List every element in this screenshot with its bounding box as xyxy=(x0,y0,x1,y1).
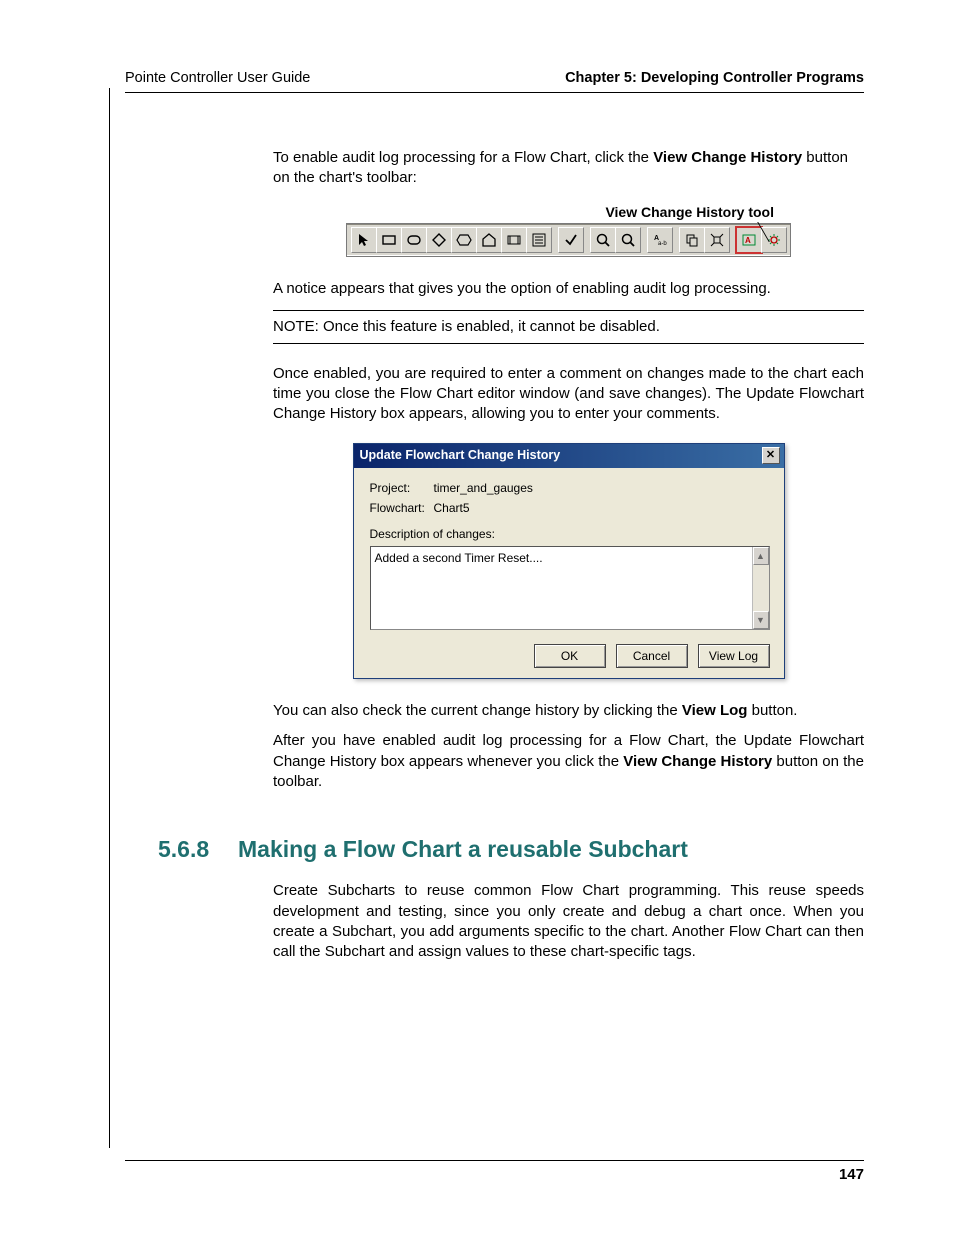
header-left: Pointe Controller User Guide xyxy=(125,70,310,86)
paragraph-viewlog: You can also check the current change hi… xyxy=(273,701,864,721)
list-tool-icon[interactable] xyxy=(526,227,552,253)
toolbar-figure: View Change History tool xyxy=(273,203,864,258)
zoom-out-icon[interactable] xyxy=(615,227,641,253)
description-textarea[interactable]: Added a second Timer Reset.... ▲ ▼ xyxy=(370,546,770,630)
dialog-flowchart-row: Flowchart: Chart5 xyxy=(370,500,770,516)
subchart-tool-icon[interactable] xyxy=(501,227,527,253)
callout-arrow xyxy=(697,222,770,242)
section-heading: 5.6.8 Making a Flow Chart a reusable Sub… xyxy=(158,834,864,865)
page-number: 147 xyxy=(839,1166,864,1183)
paragraph-enable-audit: To enable audit log processing for a Flo… xyxy=(273,148,864,189)
update-flowchart-dialog: Update Flowchart Change History ✕ Projec… xyxy=(353,443,785,680)
description-label: Description of changes: xyxy=(370,526,770,542)
check-tool-icon[interactable] xyxy=(558,227,584,253)
hexagon-tool-icon[interactable] xyxy=(451,227,477,253)
flowchart-label: Flowchart: xyxy=(370,500,434,516)
pointer-tool-icon[interactable] xyxy=(351,227,377,253)
scroll-up-icon[interactable]: ▲ xyxy=(753,547,769,565)
house-tool-icon[interactable] xyxy=(476,227,502,253)
view-log-button[interactable]: View Log xyxy=(698,644,770,668)
variables-icon[interactable]: Aa-b xyxy=(647,227,673,253)
flowchart-value: Chart5 xyxy=(434,500,470,516)
paragraph-notice: A notice appears that gives you the opti… xyxy=(273,279,864,299)
section-body: Create Subcharts to reuse common Flow Ch… xyxy=(273,881,864,962)
section-title: Making a Flow Chart a reusable Subchart xyxy=(238,834,688,865)
rect-tool-icon[interactable] xyxy=(376,227,402,253)
figure-caption: View Change History tool xyxy=(273,203,864,222)
header-right: Chapter 5: Developing Controller Program… xyxy=(565,70,864,86)
cancel-button[interactable]: Cancel xyxy=(616,644,688,668)
dialog-title-text: Update Flowchart Change History xyxy=(360,447,561,464)
note-block: NOTE: Once this feature is enabled, it c… xyxy=(273,310,864,344)
svg-text:a-b: a-b xyxy=(658,241,667,247)
paragraph-once-enabled: Once enabled, you are required to enter … xyxy=(273,364,864,425)
dialog-close-button[interactable]: ✕ xyxy=(762,447,780,464)
ok-button[interactable]: OK xyxy=(534,644,606,668)
footer-rule xyxy=(125,1160,864,1161)
rounded-rect-tool-icon[interactable] xyxy=(401,227,427,253)
textarea-scrollbar[interactable]: ▲ ▼ xyxy=(752,547,769,629)
running-header: Pointe Controller User Guide Chapter 5: … xyxy=(125,70,864,93)
project-label: Project: xyxy=(370,480,434,496)
zoom-in-icon[interactable] xyxy=(590,227,616,253)
left-margin-rule xyxy=(109,88,110,1148)
section-number: 5.6.8 xyxy=(158,834,238,865)
project-value: timer_and_gauges xyxy=(434,480,533,496)
dialog-project-row: Project: timer_and_gauges xyxy=(370,480,770,496)
copy-icon[interactable] xyxy=(679,227,705,253)
paragraph-after-enabled: After you have enabled audit log process… xyxy=(273,731,864,792)
diamond-tool-icon[interactable] xyxy=(426,227,452,253)
dialog-titlebar: Update Flowchart Change History ✕ xyxy=(354,444,784,468)
textarea-content: Added a second Timer Reset.... xyxy=(375,551,543,565)
scroll-down-icon[interactable]: ▼ xyxy=(753,611,769,629)
